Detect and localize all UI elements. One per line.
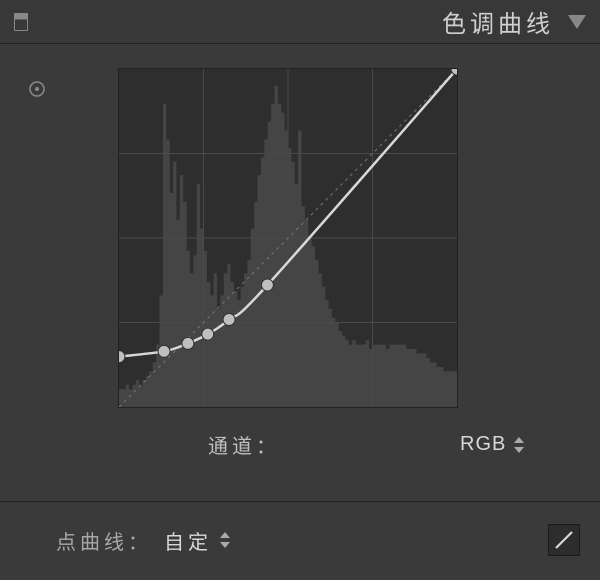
point-curve-row: 点曲线： 自定 bbox=[0, 502, 600, 556]
channel-value: RGB bbox=[460, 433, 506, 456]
tone-curve-graph[interactable] bbox=[118, 68, 458, 408]
channel-selector[interactable]: RGB bbox=[460, 433, 524, 456]
point-curve-value: 自定 bbox=[164, 526, 212, 555]
target-adjustment-icon[interactable] bbox=[28, 80, 46, 98]
collapse-icon[interactable] bbox=[568, 15, 586, 29]
header-right: 色调曲线 bbox=[442, 4, 586, 39]
point-curve-label: 点曲线： bbox=[56, 526, 152, 555]
point-curve-selector[interactable]: 自定 bbox=[164, 526, 230, 555]
channel-row: 通道： RGB bbox=[208, 430, 572, 459]
updown-icon bbox=[514, 437, 524, 453]
panel-header[interactable]: 色调曲线 bbox=[0, 0, 600, 44]
panel-body: 通道： RGB bbox=[0, 44, 600, 479]
panel-title: 色调曲线 bbox=[442, 4, 554, 39]
footer-left: 点曲线： 自定 bbox=[56, 526, 230, 555]
panel-handle-icon bbox=[14, 13, 28, 31]
updown-icon bbox=[220, 532, 230, 548]
linear-curve-button[interactable] bbox=[548, 524, 580, 556]
channel-label: 通道： bbox=[208, 430, 280, 459]
